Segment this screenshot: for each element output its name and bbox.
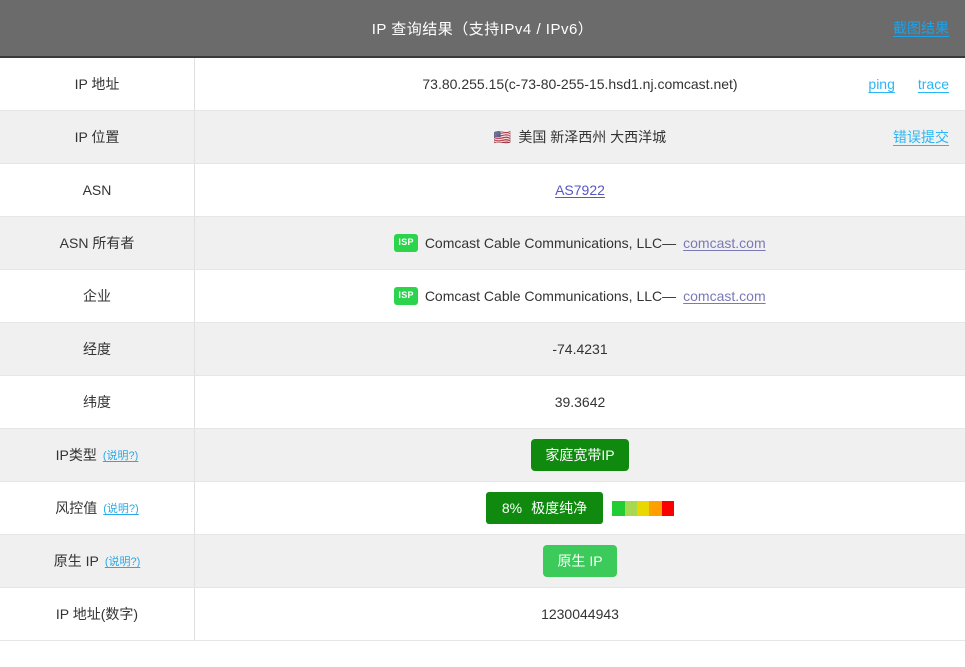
table-row-enterprise: 企业 ISP Comcast Cable Communications, LLC… <box>0 270 965 323</box>
row-value-ip-numeric: 1230044943 <box>541 606 619 622</box>
native-ip-label-text: 原生 IP <box>53 553 99 569</box>
asn-owner-domain-link[interactable]: comcast.com <box>683 235 765 251</box>
table-row-native-ip: 原生 IP (说明?) 原生 IP <box>0 535 965 588</box>
risk-scale-segment-4 <box>649 500 662 516</box>
ping-link[interactable]: ping <box>868 76 894 92</box>
row-label-asn: ASN <box>0 164 195 216</box>
row-value-asn-owner: ISP Comcast Cable Communications, LLC— c… <box>195 217 965 269</box>
risk-scale-bar <box>612 500 675 516</box>
ip-location-text: 美国 新泽西州 大西洋城 <box>518 129 667 145</box>
enterprise-domain-link[interactable]: comcast.com <box>683 288 765 304</box>
row-value-ip-location: 🇺🇸 美国 新泽西州 大西洋城 错误提交 <box>195 111 965 163</box>
risk-scale-segment-3 <box>636 500 650 516</box>
ip-address-actions: ping trace <box>868 76 949 92</box>
row-label-risk-value: 风控值 (说明?) <box>0 482 195 534</box>
table-row-longitude: 经度 -74.4231 <box>0 323 965 376</box>
table-row-latitude: 纬度 39.3642 <box>0 376 965 429</box>
table-row-ip-type: IP类型 (说明?) 家庭宽带IP <box>0 429 965 482</box>
row-value-native-ip: 原生 IP <box>195 535 965 587</box>
ip-lookup-page: IP 查询结果（支持IPv4 / IPv6） 截图结果 IP 地址 73.80.… <box>0 0 965 667</box>
row-value-longitude: -74.4231 <box>552 341 608 357</box>
page-header: IP 查询结果（支持IPv4 / IPv6） 截图结果 <box>0 0 965 58</box>
table-row-asn-owner: ASN 所有者 ISP Comcast Cable Communications… <box>0 217 965 270</box>
table-row-risk-value: 风控值 (说明?) 8% 极度纯净 <box>0 482 965 535</box>
page-title: IP 查询结果（支持IPv4 / IPv6） <box>371 20 594 38</box>
row-label-ip-address: IP 地址 <box>0 58 195 110</box>
row-value-enterprise: ISP Comcast Cable Communications, LLC— c… <box>195 270 965 322</box>
ip-type-explain-link[interactable]: (说明?) <box>103 447 138 463</box>
enterprise-group: ISP Comcast Cable Communications, LLC— c… <box>394 287 766 305</box>
native-ip-badge[interactable]: 原生 IP <box>543 545 617 577</box>
row-value-ip-address: 73.80.255.15(c-73-80-255-15.hsd1.nj.comc… <box>195 58 965 110</box>
row-value-ip-type: 家庭宽带IP <box>195 429 965 481</box>
risk-value-explain-link[interactable]: (说明?) <box>103 500 138 516</box>
row-value-latitude: 39.3642 <box>554 394 606 410</box>
ip-type-label-text: IP类型 <box>55 447 97 463</box>
ip-result-table: IP 地址 73.80.255.15(c-73-80-255-15.hsd1.n… <box>0 58 965 641</box>
asn-owner-text: Comcast Cable Communications, LLC— <box>424 235 677 251</box>
row-label-latitude: 纬度 <box>0 376 195 428</box>
risk-scale-segment-2 <box>624 500 637 516</box>
isp-badge-icon: ISP <box>394 234 418 252</box>
risk-rating: 极度纯净 <box>531 500 588 516</box>
ip-location-group: 🇺🇸 美国 新泽西州 大西洋城 <box>494 127 666 147</box>
row-label-ip-location: IP 位置 <box>0 111 195 163</box>
row-label-asn-owner: ASN 所有者 <box>0 217 195 269</box>
enterprise-text: Comcast Cable Communications, LLC— <box>424 288 677 304</box>
table-row-asn: ASN AS7922 <box>0 164 965 217</box>
row-label-ip-type: IP类型 (说明?) <box>0 429 195 481</box>
table-row-ip-address: IP 地址 73.80.255.15(c-73-80-255-15.hsd1.n… <box>0 58 965 111</box>
native-ip-explain-link[interactable]: (说明?) <box>105 553 140 569</box>
row-label-ip-numeric: IP 地址(数字) <box>0 588 195 640</box>
table-row-ip-location: IP 位置 🇺🇸 美国 新泽西州 大西洋城 错误提交 <box>0 111 965 164</box>
row-label-native-ip: 原生 IP (说明?) <box>0 535 195 587</box>
trace-link[interactable]: trace <box>918 76 949 92</box>
ip-address-text: 73.80.255.15(c-73-80-255-15.hsd1.nj.comc… <box>422 76 738 92</box>
report-error-link[interactable]: 错误提交 <box>893 127 949 147</box>
asn-owner-group: ISP Comcast Cable Communications, LLC— c… <box>394 234 766 252</box>
risk-scale-segment-5 <box>661 500 675 516</box>
row-value-asn: AS7922 <box>195 164 965 216</box>
isp-badge-icon: ISP <box>394 287 418 305</box>
row-value-risk-value: 8% 极度纯净 <box>195 482 965 534</box>
us-flag-icon: 🇺🇸 <box>493 129 512 145</box>
row-label-longitude: 经度 <box>0 323 195 375</box>
row-label-enterprise: 企业 <box>0 270 195 322</box>
risk-value-badge[interactable]: 8% 极度纯净 <box>485 492 604 524</box>
risk-value-group: 8% 极度纯净 <box>485 492 675 524</box>
ip-type-badge[interactable]: 家庭宽带IP <box>531 439 629 471</box>
ip-location-actions: 错误提交 <box>893 127 949 147</box>
page-footer-space <box>0 641 965 667</box>
screenshot-result-link[interactable]: 截图结果 <box>893 18 949 38</box>
risk-percent: 8% <box>501 500 523 516</box>
risk-value-label-text: 风控值 <box>55 500 98 516</box>
asn-link[interactable]: AS7922 <box>555 182 605 198</box>
table-row-ip-numeric: IP 地址(数字) 1230044943 <box>0 588 965 641</box>
risk-scale-segment-1 <box>612 500 625 516</box>
